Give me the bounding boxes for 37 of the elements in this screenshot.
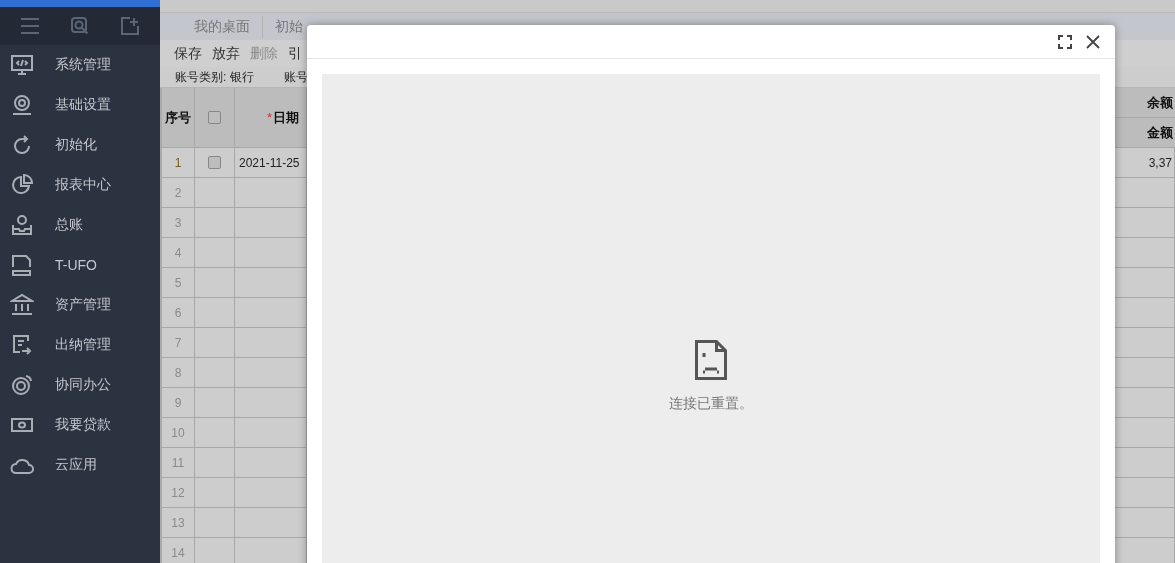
column-header: 序号 bbox=[162, 88, 195, 148]
toolbar-button[interactable]: 保存 bbox=[170, 44, 206, 63]
row-number: 6 bbox=[162, 298, 195, 328]
sidebar-item[interactable]: 总账 bbox=[0, 205, 160, 245]
sidebar-item[interactable]: 系统管理 bbox=[0, 45, 160, 85]
row-number: 8 bbox=[162, 358, 195, 388]
sidebar-item[interactable]: T-UFO bbox=[0, 245, 160, 285]
row-number: 11 bbox=[162, 448, 195, 478]
row-number: 10 bbox=[162, 418, 195, 448]
row-number: 2 bbox=[162, 178, 195, 208]
row-number: 13 bbox=[162, 508, 195, 538]
account-info: 账号类别: 银行 bbox=[175, 68, 254, 86]
row-number: 4 bbox=[162, 238, 195, 268]
required-mark: * bbox=[267, 110, 273, 125]
row-number: 3 bbox=[162, 208, 195, 238]
date-cell: 2021-11-25 bbox=[239, 155, 300, 170]
sidebar-item[interactable]: 协同办公 bbox=[0, 365, 160, 405]
sidebar-item[interactable]: 报表中心 bbox=[0, 165, 160, 205]
account-info: 账号 bbox=[283, 68, 308, 86]
error-message: 连接已重置。 bbox=[669, 395, 753, 413]
row-number: 9 bbox=[162, 388, 195, 418]
column-header: 日期 bbox=[273, 108, 300, 127]
row-number: 5 bbox=[162, 268, 195, 298]
row-number: 12 bbox=[162, 478, 195, 508]
sidebar-item[interactable]: 资产管理 bbox=[0, 285, 160, 325]
sidebar-item[interactable]: 云应用 bbox=[0, 445, 160, 485]
column-header: 余额 bbox=[1115, 88, 1175, 118]
sidebar-item[interactable]: 我要贷款 bbox=[0, 405, 160, 445]
sidebar-item[interactable]: 出纳管理 bbox=[0, 325, 160, 365]
amount-cell: 3,37 bbox=[1148, 155, 1172, 170]
sidebar-item[interactable]: 基础设置 bbox=[0, 85, 160, 125]
column-header: 金额 bbox=[1115, 118, 1175, 148]
row-number: 1 bbox=[162, 148, 195, 178]
toolbar-button[interactable]: 引 bbox=[284, 44, 306, 63]
row-number: 7 bbox=[162, 328, 195, 358]
toolbar-button[interactable]: 放弃 bbox=[208, 44, 244, 63]
sidebar-item[interactable]: 初始化 bbox=[0, 125, 160, 165]
